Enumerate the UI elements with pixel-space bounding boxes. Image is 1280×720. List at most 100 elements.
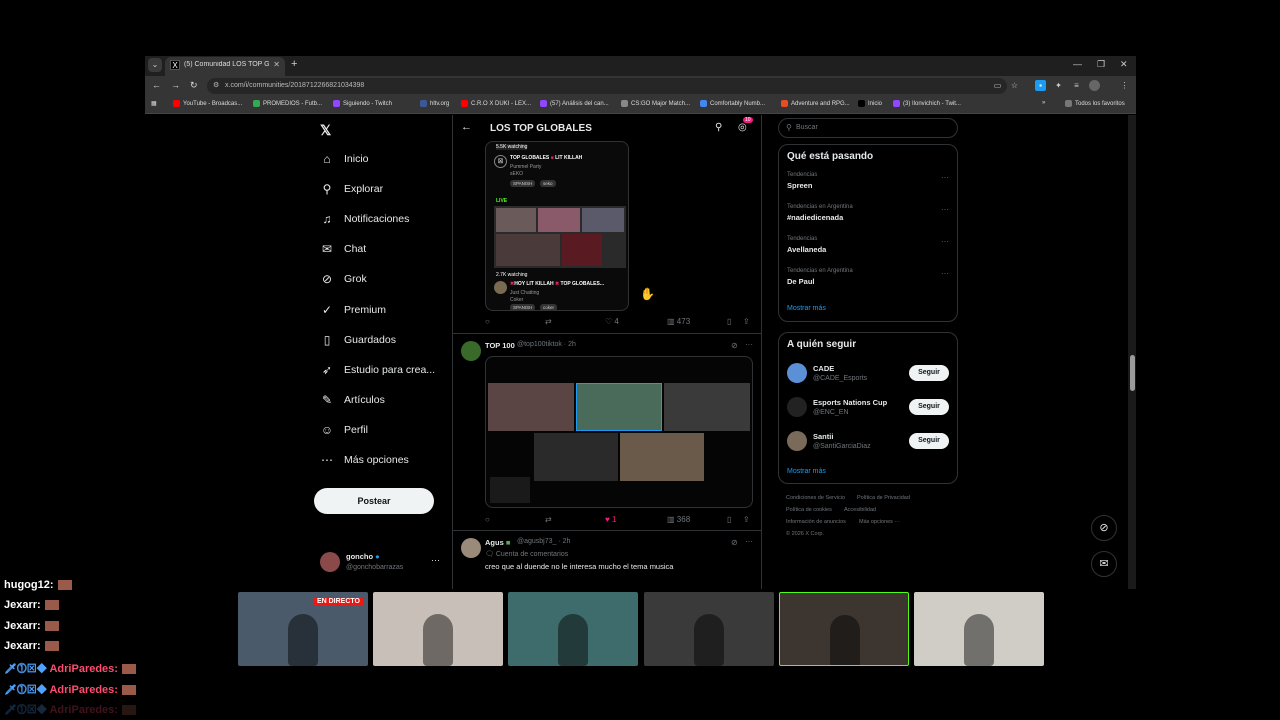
bookmark-item[interactable]: hltv.org bbox=[420, 100, 449, 107]
minimize-icon[interactable]: — bbox=[1073, 59, 1082, 69]
footer-link[interactable]: Accesibilidad bbox=[844, 507, 876, 513]
bookmark-item[interactable]: Comfortably Numb... bbox=[700, 100, 765, 107]
bookmark-item[interactable]: (57) Análisis del can... bbox=[540, 100, 609, 107]
follow-handle[interactable]: @SantiGarciaDiaz bbox=[813, 443, 871, 450]
active-tab[interactable]: X (5) Comunidad LOS TOP GLOBA... ✕ bbox=[165, 57, 285, 76]
reply-icon[interactable]: ○ bbox=[485, 317, 490, 326]
trend-more-icon[interactable]: ··· bbox=[941, 269, 949, 278]
close-window-icon[interactable]: ✕ bbox=[1120, 59, 1128, 70]
follow-avatar[interactable] bbox=[787, 397, 807, 417]
site-info-icon[interactable]: ⚙ bbox=[213, 81, 219, 89]
trend-name[interactable]: Avellaneda bbox=[787, 245, 826, 254]
new-tab-button[interactable]: + bbox=[291, 58, 297, 70]
account-more-icon[interactable]: ··· bbox=[431, 555, 440, 565]
top100-avatar[interactable] bbox=[461, 341, 481, 361]
tweet-more-icon[interactable]: ··· bbox=[745, 537, 753, 546]
follow-name[interactable]: Santii bbox=[813, 432, 833, 441]
footer-link[interactable]: Condiciones de Servicio bbox=[786, 495, 845, 501]
search-input[interactable]: ⚲ Buscar bbox=[778, 118, 958, 138]
agus-avatar[interactable] bbox=[461, 538, 481, 558]
trend-more-icon[interactable]: ··· bbox=[941, 237, 949, 246]
retweet-icon[interactable]: ⇄ bbox=[545, 515, 552, 524]
install-icon[interactable]: ▭ bbox=[992, 80, 1003, 91]
footer-link[interactable]: Política de Privacidad bbox=[857, 495, 910, 501]
follow-button[interactable]: Seguir bbox=[909, 399, 949, 415]
footer-link[interactable]: Política de cookies bbox=[786, 507, 832, 513]
scrollbar[interactable] bbox=[1128, 115, 1136, 589]
like-button[interactable]: ♥ 1 bbox=[605, 515, 616, 524]
back-arrow-icon[interactable]: ← bbox=[461, 121, 472, 133]
account-avatar[interactable] bbox=[320, 552, 340, 572]
stream1-tag[interactable]: SPANISH bbox=[510, 180, 536, 187]
bookmark-item[interactable]: Adventure and RPG... bbox=[781, 100, 850, 107]
stream2-tag[interactable]: coker bbox=[540, 304, 558, 310]
tweet-author-handle[interactable]: @top100tiktok · 2h bbox=[517, 341, 576, 348]
address-bar[interactable]: ⚙ x.com/i/communities/201871226682103439… bbox=[207, 78, 1007, 94]
show-more-follows[interactable]: Mostrar más bbox=[787, 468, 826, 475]
reload-icon[interactable]: ↻ bbox=[190, 80, 198, 91]
post-button[interactable]: Postear bbox=[314, 488, 434, 514]
tweet-author-handle[interactable]: @agusbj73_ · 2h bbox=[517, 538, 570, 545]
footer-link[interactable]: Más opciones ··· bbox=[859, 519, 900, 525]
trend-more-icon[interactable]: ··· bbox=[941, 205, 949, 214]
forward-icon[interactable]: → bbox=[171, 80, 180, 90]
tweet-video[interactable] bbox=[485, 356, 753, 508]
tab-search-button[interactable]: ⌄ bbox=[148, 58, 162, 72]
tweet-author-name[interactable]: Agus ■ bbox=[485, 538, 510, 547]
like-button[interactable]: ♡ 4 bbox=[605, 317, 619, 326]
bookmark-item[interactable]: PROMEDIOS - Futb... bbox=[253, 100, 322, 107]
back-icon[interactable]: ← bbox=[152, 80, 161, 90]
extension-icon[interactable]: ▪ bbox=[1035, 80, 1046, 91]
apps-icon[interactable]: ▦ bbox=[151, 100, 157, 107]
community-search-icon[interactable]: ⚲ bbox=[715, 122, 722, 133]
share-icon[interactable]: ⇪ bbox=[743, 515, 750, 524]
grok-icon[interactable]: ⊘ bbox=[731, 538, 738, 547]
retweet-icon[interactable]: ⇄ bbox=[545, 317, 552, 326]
share-icon[interactable]: ⇪ bbox=[743, 317, 750, 326]
trend-name[interactable]: #nadiedicenada bbox=[787, 213, 843, 222]
profile-avatar[interactable] bbox=[1089, 80, 1100, 91]
stream-card-media[interactable]: 5.5K watching ⊠ TOP GLOBALES ■ LIT KILLA… bbox=[485, 141, 629, 311]
follow-avatar[interactable] bbox=[787, 363, 807, 383]
x-logo-icon[interactable]: 𝕏 bbox=[320, 122, 331, 139]
stream-thumbnail[interactable] bbox=[494, 206, 626, 268]
follow-handle[interactable]: @CADE_Esports bbox=[813, 375, 867, 382]
show-more-trends[interactable]: Mostrar más bbox=[787, 305, 826, 312]
follow-name[interactable]: CADE bbox=[813, 364, 834, 373]
views-count[interactable]: ▥ 473 bbox=[667, 317, 690, 326]
follow-avatar[interactable] bbox=[787, 431, 807, 451]
footer-link[interactable]: Información de anuncios bbox=[786, 519, 846, 525]
bookmark-item[interactable]: YouTube - Broadcas... bbox=[173, 100, 242, 107]
stream1-tag[interactable]: seko bbox=[540, 180, 556, 187]
follow-button[interactable]: Seguir bbox=[909, 433, 949, 449]
follow-button[interactable]: Seguir bbox=[909, 365, 949, 381]
reply-icon[interactable]: ○ bbox=[485, 515, 490, 524]
bookmark-item[interactable]: Siguiendo - Twitch bbox=[333, 100, 392, 107]
restore-icon[interactable]: ❐ bbox=[1097, 59, 1105, 70]
bookmark-item[interactable]: (3) Ilonvichich - Twit... bbox=[893, 100, 961, 107]
follow-name[interactable]: Esports Nations Cup bbox=[813, 398, 887, 407]
more-bookmarks-icon[interactable]: » bbox=[1042, 100, 1045, 106]
star-icon[interactable]: ☆ bbox=[1009, 80, 1020, 91]
all-bookmarks[interactable]: Todos los favoritos bbox=[1065, 100, 1125, 107]
stream2-tag[interactable]: SPANISH bbox=[510, 304, 536, 310]
bookmark-item[interactable]: C.R.O X DUKI - LEX... bbox=[461, 100, 531, 107]
extensions-puzzle-icon[interactable]: ✦ bbox=[1053, 80, 1064, 91]
bookmark-icon[interactable]: ▯ bbox=[727, 317, 731, 326]
close-tab-icon[interactable]: ✕ bbox=[273, 60, 280, 69]
views-count[interactable]: ▥ 368 bbox=[667, 515, 690, 524]
bookmark-item[interactable]: CS:GO Major Match... bbox=[621, 100, 690, 107]
grok-fab-icon[interactable]: ⊘ bbox=[1091, 515, 1117, 541]
grok-icon[interactable]: ⊘ bbox=[731, 341, 738, 350]
bookmark-icon[interactable]: ▯ bbox=[727, 515, 731, 524]
tweet-more-icon[interactable]: ··· bbox=[745, 340, 753, 349]
menu-icon[interactable]: ⋮ bbox=[1119, 80, 1130, 91]
scrollbar-thumb[interactable] bbox=[1130, 355, 1135, 391]
tweet-author-name[interactable]: TOP 100 bbox=[485, 341, 515, 350]
media-icon[interactable]: ≡ bbox=[1071, 80, 1082, 91]
trend-name[interactable]: Spreen bbox=[787, 181, 812, 190]
trend-name[interactable]: De Paul bbox=[787, 277, 815, 286]
bookmark-item[interactable]: Inicio bbox=[858, 100, 882, 107]
follow-handle[interactable]: @ENC_EN bbox=[813, 409, 849, 416]
trend-more-icon[interactable]: ··· bbox=[941, 173, 949, 182]
